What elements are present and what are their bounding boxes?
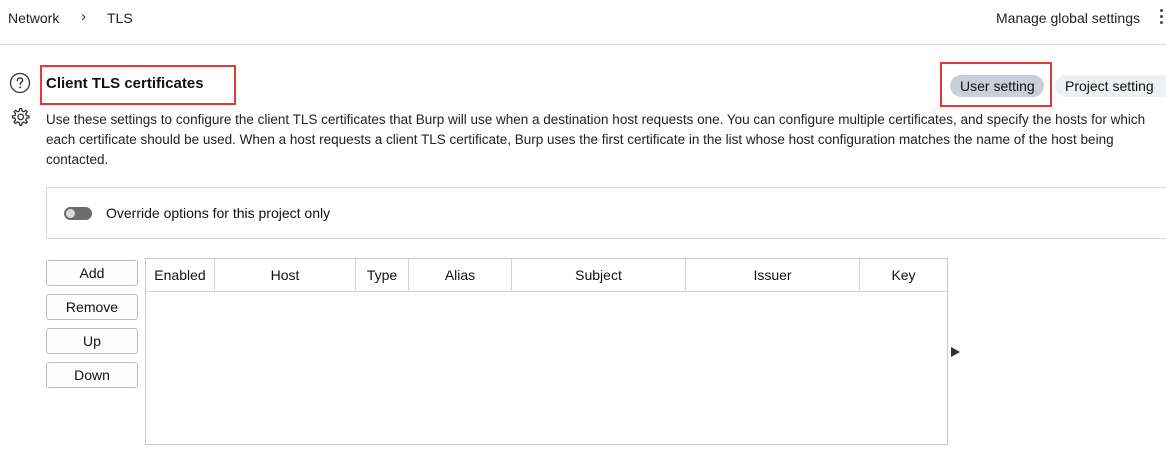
column-header-alias[interactable]: Alias <box>409 259 512 291</box>
column-header-issuer[interactable]: Issuer <box>686 259 860 291</box>
column-header-enabled[interactable]: Enabled <box>146 259 215 291</box>
column-header-key[interactable]: Key <box>860 259 947 291</box>
section-description: Use these settings to configure the clie… <box>46 112 1146 167</box>
override-panel: Override options for this project only <box>46 187 1166 239</box>
gear-icon[interactable] <box>9 106 31 128</box>
manage-global-settings-link[interactable]: Manage global settings <box>996 10 1140 26</box>
breadcrumb-tls[interactable]: TLS <box>107 10 133 26</box>
certificates-table[interactable]: Enabled Host Type Alias Subject Issuer K… <box>145 258 948 445</box>
down-button[interactable]: Down <box>46 362 138 388</box>
top-bar: Network › TLS Manage global settings <box>0 0 1166 45</box>
override-toggle[interactable] <box>64 207 92 220</box>
column-header-host[interactable]: Host <box>215 259 356 291</box>
override-label: Override options for this project only <box>106 205 331 221</box>
project-setting-tab[interactable]: Project setting <box>1055 75 1166 97</box>
user-setting-tab[interactable]: User setting <box>950 75 1044 97</box>
breadcrumb-network[interactable]: Network <box>8 10 59 26</box>
column-header-subject[interactable]: Subject <box>512 259 686 291</box>
toggle-knob <box>66 209 75 218</box>
up-button[interactable]: Up <box>46 328 138 354</box>
remove-button[interactable]: Remove <box>46 294 138 320</box>
column-header-type[interactable]: Type <box>356 259 409 291</box>
section-title: Client TLS certificates <box>46 75 204 92</box>
table-header: Enabled Host Type Alias Subject Issuer K… <box>146 259 947 292</box>
add-button[interactable]: Add <box>46 260 138 286</box>
breadcrumb-separator-icon: › <box>81 8 86 25</box>
triangle-right-icon[interactable] <box>951 347 960 357</box>
help-circle-icon[interactable] <box>9 72 31 94</box>
kebab-menu-icon[interactable] <box>1160 9 1164 27</box>
